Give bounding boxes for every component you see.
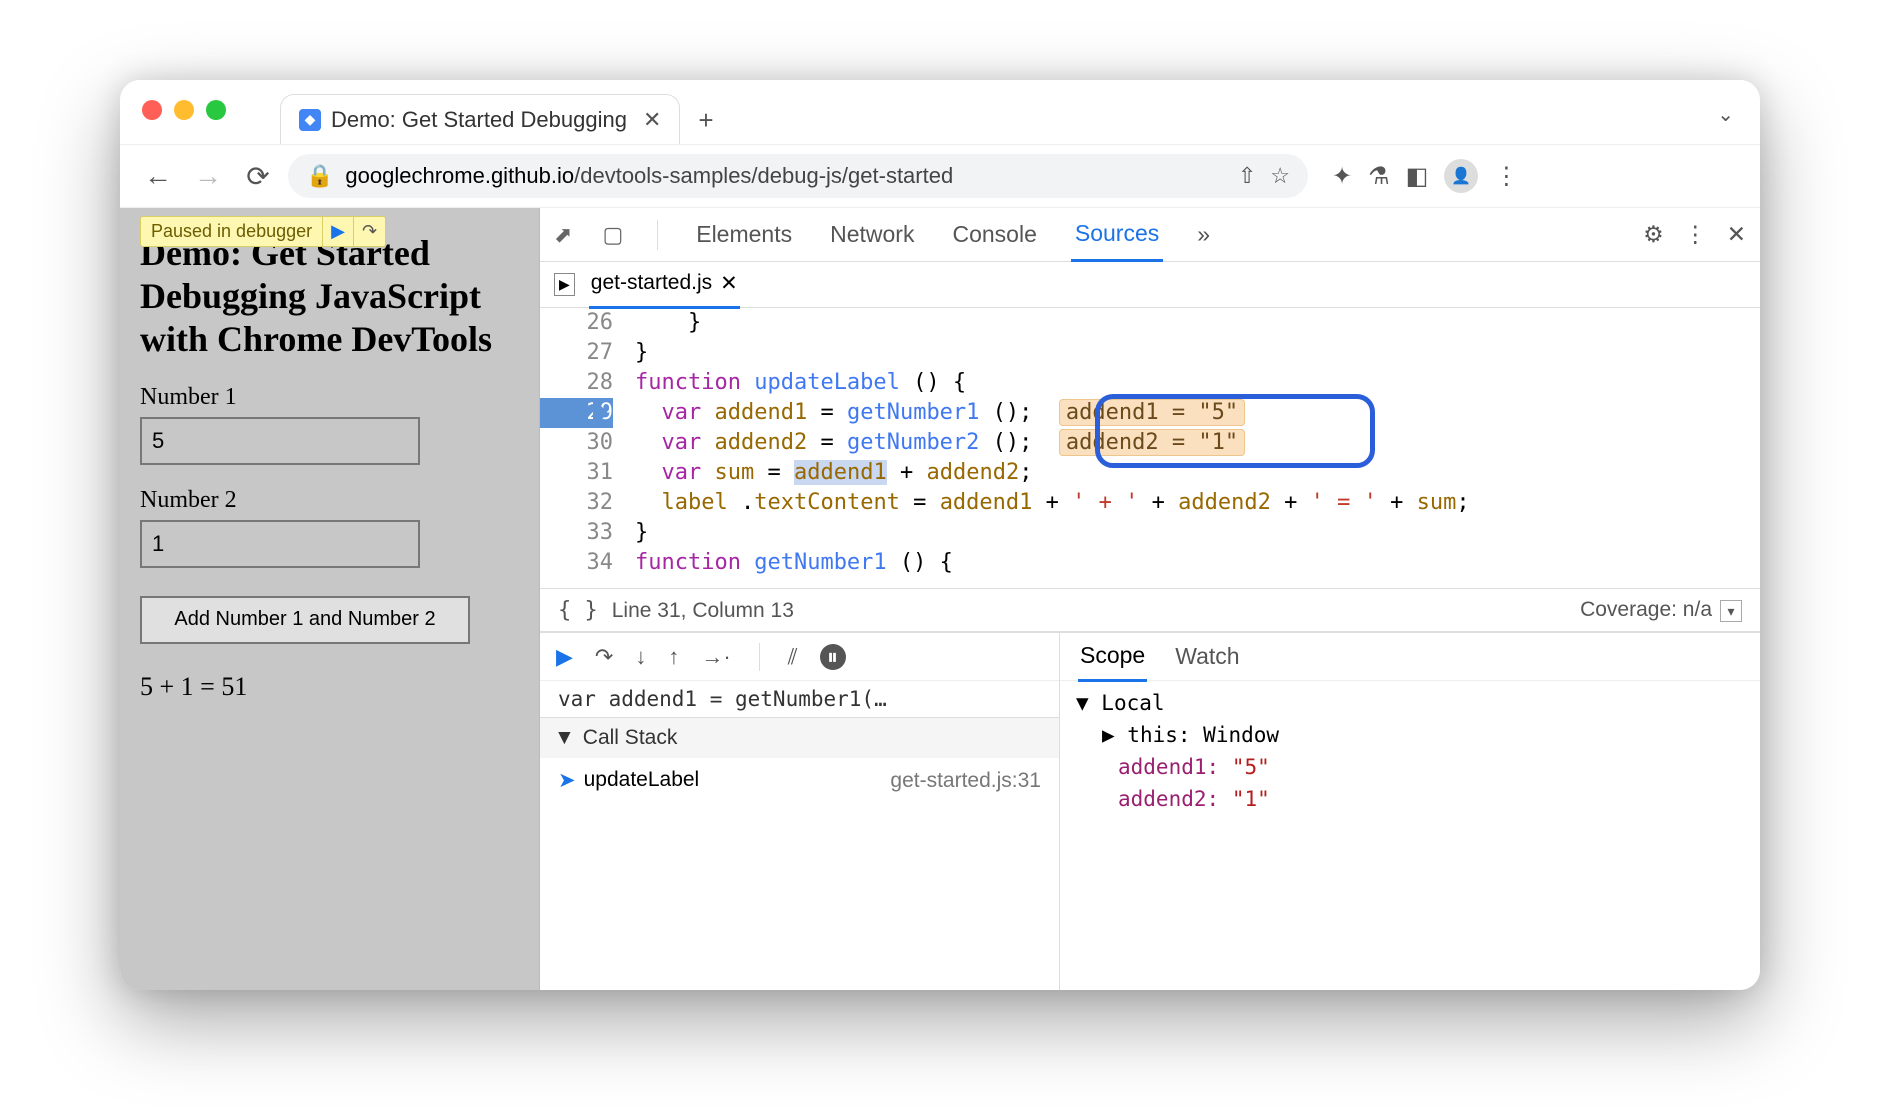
result-text: 5 + 1 = 51 [140, 672, 519, 702]
favicon: ◆ [299, 109, 321, 131]
device-toggle-icon[interactable]: ▢ [602, 222, 623, 248]
inspect-icon[interactable]: ⬈ [554, 222, 572, 248]
step-button[interactable]: →· [701, 644, 730, 670]
tabs-dropdown-icon[interactable]: ⌄ [1717, 102, 1734, 127]
devtools-menu-icon[interactable]: ⋮ [1684, 221, 1707, 248]
window-maximize[interactable] [206, 100, 226, 120]
paused-text: Paused in debugger [141, 217, 322, 246]
back-button[interactable]: ← [138, 160, 178, 192]
label-number2: Number 2 [140, 487, 519, 514]
tab-elements[interactable]: Elements [692, 209, 796, 260]
cursor-position: Line 31, Column 13 [612, 599, 794, 622]
tab-network[interactable]: Network [826, 209, 918, 260]
scope-local: Local [1101, 691, 1164, 715]
resume-icon[interactable]: ▶ [322, 217, 353, 246]
file-name: get-started.js [591, 271, 712, 295]
devtools-panel: ⬈ ▢ Elements Network Console Sources » ⚙… [540, 208, 1760, 990]
page-heading: Demo: Get Started Debugging JavaScript w… [140, 232, 519, 362]
window-close[interactable] [142, 100, 162, 120]
browser-toolbar: ← → ⟳ 🔒 googlechrome.github.io/devtools-… [120, 144, 1760, 208]
callstack-header[interactable]: ▼ Call Stack [540, 717, 1059, 758]
tab-console[interactable]: Console [948, 209, 1040, 260]
input-number2[interactable] [140, 520, 420, 568]
url-path: /devtools-samples/debug-js/get-started [574, 163, 953, 188]
pretty-print-icon[interactable]: { } [558, 598, 598, 623]
frame-location: get-started.js:31 [890, 769, 1041, 793]
resume-button[interactable]: ▶ [556, 644, 573, 670]
navigator-toggle-icon[interactable]: ▶ [554, 273, 575, 296]
step-out-button[interactable]: ↑ [668, 644, 679, 670]
add-button[interactable]: Add Number 1 and Number 2 [140, 596, 470, 644]
url-host: googlechrome.github.io [345, 163, 574, 188]
new-tab-button[interactable]: + [698, 105, 713, 144]
tab-title: Demo: Get Started Debugging [331, 107, 627, 133]
deactivate-breakpoints-button[interactable]: ⫽ [788, 644, 798, 670]
bookmark-icon[interactable]: ☆ [1270, 163, 1290, 189]
input-number1[interactable] [140, 417, 420, 465]
step-over-button[interactable]: ↷ [595, 644, 613, 670]
reload-button[interactable]: ⟳ [238, 160, 278, 193]
chrome-menu-icon[interactable]: ⋮ [1494, 162, 1518, 191]
browser-tab[interactable]: ◆ Demo: Get Started Debugging ✕ [280, 94, 680, 144]
pause-exceptions-button[interactable]: ⏸ [820, 644, 846, 670]
address-bar[interactable]: 🔒 googlechrome.github.io/devtools-sample… [288, 154, 1308, 198]
stack-frame[interactable]: ➤ updateLabel get-started.js:31 [540, 758, 1059, 803]
coverage-label: Coverage: n/a [1580, 598, 1712, 621]
settings-icon[interactable]: ⚙ [1643, 221, 1664, 248]
frame-name: updateLabel [584, 768, 700, 793]
forward-button[interactable]: → [188, 160, 228, 192]
label-number1: Number 1 [140, 384, 519, 411]
current-frame-icon: ➤ [558, 768, 576, 793]
more-tabs-icon[interactable]: » [1193, 209, 1214, 260]
tab-sources[interactable]: Sources [1071, 208, 1163, 262]
close-file-icon[interactable]: ✕ [720, 271, 738, 296]
step-into-button[interactable]: ↓ [635, 644, 646, 670]
tab-watch[interactable]: Watch [1175, 643, 1239, 670]
sidepanel-icon[interactable]: ◧ [1406, 162, 1429, 191]
share-icon[interactable]: ⇧ [1238, 163, 1256, 189]
tab-scope[interactable]: Scope [1078, 632, 1147, 682]
labs-icon[interactable]: ⚗ [1368, 162, 1390, 191]
browser-tabstrip: ◆ Demo: Get Started Debugging ✕ + ⌄ [120, 80, 1760, 144]
scope-tree[interactable]: ▼ Local ▶ this: Window addend1: "5" adde… [1060, 681, 1760, 821]
code-editor[interactable]: 262728293031323334 }}function updateLabe… [540, 308, 1760, 588]
lock-icon: 🔒 [306, 163, 333, 189]
paused-banner: Paused in debugger ▶ ↷ [140, 216, 386, 247]
profile-avatar[interactable]: 👤 [1444, 159, 1478, 193]
collapse-icon[interactable]: ▾ [1720, 600, 1742, 622]
breakpoint-snippet: var addend1 = getNumber1(… [540, 681, 1059, 717]
page-content: Paused in debugger ▶ ↷ Demo: Get Started… [120, 208, 540, 990]
extensions-icon[interactable]: ✦ [1332, 162, 1352, 191]
window-minimize[interactable] [174, 100, 194, 120]
file-tab[interactable]: get-started.js ✕ [589, 261, 740, 309]
step-over-icon[interactable]: ↷ [353, 217, 385, 246]
close-devtools-icon[interactable]: ✕ [1727, 221, 1746, 248]
close-tab-icon[interactable]: ✕ [643, 107, 661, 133]
